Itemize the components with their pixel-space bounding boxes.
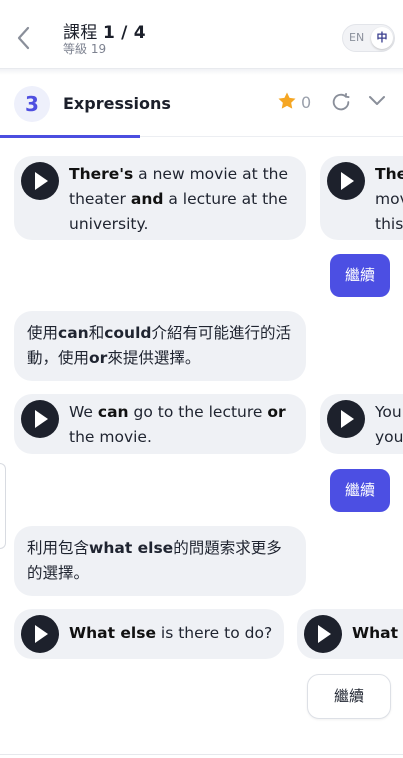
message-text: What else is there to do?	[69, 621, 279, 646]
highlight-word: could	[104, 324, 152, 342]
message-segment: mov	[375, 190, 403, 208]
message-text: The mov this	[375, 162, 403, 237]
audio-message-bubble: There's a new movie at the theater and a…	[14, 156, 306, 240]
continue-button[interactable]: 繼續	[307, 674, 391, 719]
message-text: You you	[375, 400, 403, 450]
top-header: 課程 1 / 4 等級 19 EN 中	[0, 0, 403, 68]
star-icon[interactable]	[277, 91, 297, 111]
lang-zh-option[interactable]: 中	[371, 27, 393, 49]
continue-button[interactable]: 繼續	[330, 469, 390, 512]
replay-icon[interactable]	[330, 91, 352, 113]
explanation-text: 利用包含what else的問題索求更多的選擇。	[27, 536, 295, 586]
message-segment: you	[375, 428, 403, 446]
section-progress-bar	[0, 135, 140, 138]
play-button[interactable]	[304, 615, 342, 653]
section-number-badge: 3	[14, 86, 50, 122]
highlight-word: what else	[89, 539, 174, 557]
back-arrow-icon[interactable]	[12, 22, 36, 54]
level-label: 等級 19	[63, 42, 107, 56]
section-title: Expressions	[63, 94, 171, 113]
highlight-word: can	[58, 324, 89, 342]
highlight-word: can	[97, 403, 129, 421]
highlight-word: What else	[69, 624, 156, 642]
continue-button[interactable]: 繼續	[330, 254, 390, 297]
lang-en-option[interactable]: EN	[349, 31, 364, 44]
section-bar: 3 Expressions 0	[0, 75, 403, 137]
message-segment: go to the lecture	[128, 403, 268, 421]
message-segment: 和	[88, 324, 105, 342]
message-segment: We	[69, 403, 98, 421]
message-segment: is there to do?	[155, 624, 273, 642]
message-segment: You	[375, 403, 402, 421]
audio-message-bubble-next: What e	[297, 609, 403, 659]
audio-message-bubble-next: You you	[320, 394, 403, 454]
side-drawer-handle[interactable]	[0, 463, 6, 549]
message-segment: 使用	[27, 324, 59, 342]
play-button[interactable]	[21, 615, 59, 653]
explanation-bubble: 使用can和could介紹有可能進行的活動，使用or來提供選擇。	[14, 311, 306, 381]
chevron-down-icon[interactable]	[367, 93, 387, 109]
audio-message-bubble: We can go to the lecture or the movie.	[14, 394, 306, 454]
message-text: We can go to the lecture or the movie.	[69, 400, 294, 450]
language-toggle[interactable]: EN 中	[342, 24, 395, 52]
message-segment: this	[375, 215, 403, 233]
message-segment: 來提供選擇。	[107, 349, 201, 367]
audio-message-bubble: What else is there to do?	[14, 609, 284, 659]
message-text: What e	[352, 621, 403, 646]
message-segment: 利用包含	[27, 539, 90, 557]
explanation-text: 使用can和could介紹有可能進行的活動，使用or來提供選擇。	[27, 321, 295, 371]
play-button[interactable]	[327, 162, 365, 200]
star-count: 0	[301, 93, 312, 112]
highlight-word: or	[89, 349, 108, 367]
explanation-bubble: 利用包含what else的問題索求更多的選擇。	[14, 526, 306, 596]
play-button[interactable]	[21, 400, 59, 438]
lesson-screen: 課程 1 / 4 等級 19 EN 中 3 Expressions 0 Ther…	[0, 0, 403, 758]
highlight-word: There's	[69, 165, 134, 183]
highlight-word: or	[267, 403, 286, 421]
audio-message-bubble-next: The mov this	[320, 156, 403, 240]
lesson-progress: 1 / 4	[103, 23, 146, 43]
highlight-word: What e	[352, 624, 403, 642]
play-button[interactable]	[21, 162, 59, 200]
play-button[interactable]	[327, 400, 365, 438]
bottom-divider	[0, 754, 403, 755]
message-text: There's a new movie at the theater and a…	[69, 162, 294, 237]
highlight-word: and	[130, 190, 164, 208]
message-segment: the movie.	[69, 428, 152, 446]
highlight-word: The	[375, 165, 403, 183]
